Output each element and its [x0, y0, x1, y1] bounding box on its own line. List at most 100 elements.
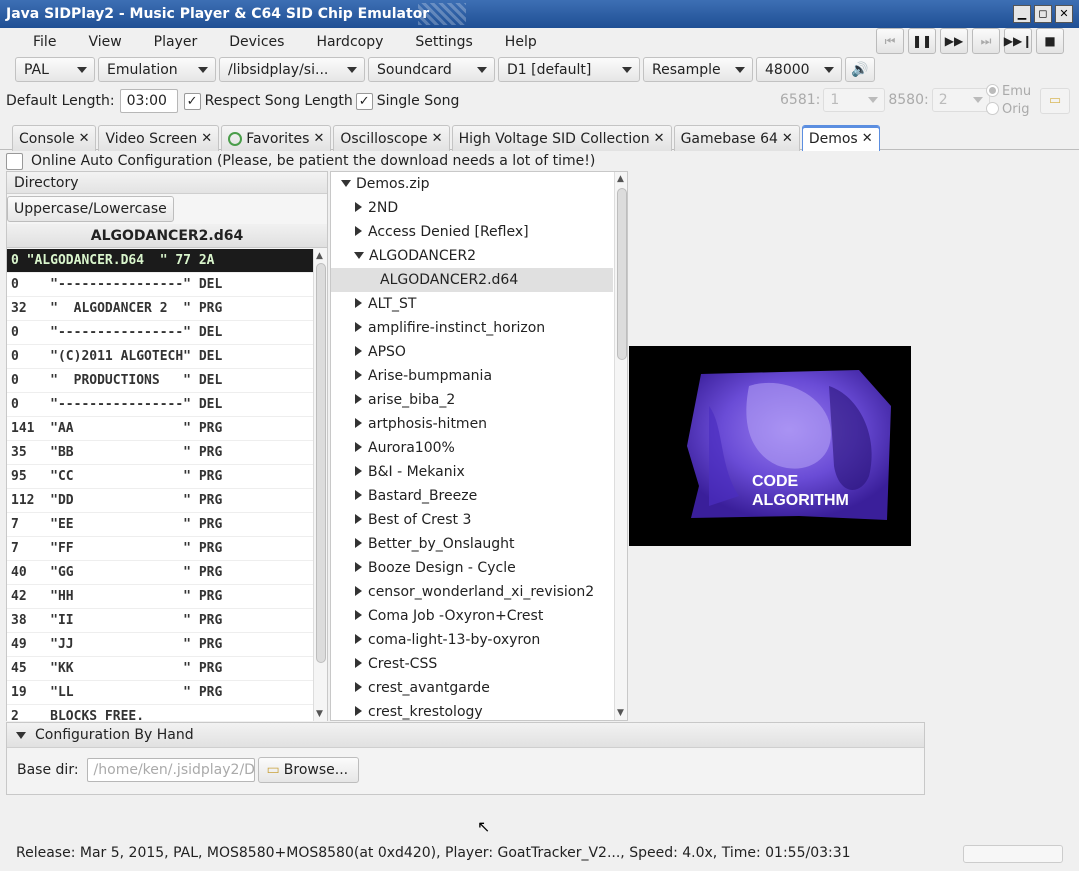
collapse-icon[interactable] — [355, 610, 362, 620]
collapse-icon[interactable] — [355, 346, 362, 356]
collapse-icon[interactable] — [355, 634, 362, 644]
next-song-icon[interactable]: ▶▶❙ — [1004, 28, 1032, 54]
collapse-icon[interactable] — [355, 466, 362, 476]
list-item[interactable]: 7 "EE " PRG — [7, 513, 313, 537]
collapse-icon[interactable] — [355, 586, 362, 596]
tree-item[interactable]: Coma Job -Oxyron+Crest — [331, 604, 627, 628]
list-item[interactable]: 19 "LL " PRG — [7, 681, 313, 705]
close-icon[interactable]: ✕ — [1055, 5, 1073, 23]
minimize-icon[interactable]: ▁ — [1013, 5, 1031, 23]
tree-item[interactable]: 2ND — [331, 196, 627, 220]
radio-dot[interactable] — [986, 102, 999, 115]
collapse-icon[interactable] — [355, 658, 362, 668]
tree-item[interactable]: Aurora100% — [331, 436, 627, 460]
tab-video-screen[interactable]: Video Screen ✕ — [98, 125, 220, 151]
collapse-icon[interactable] — [355, 514, 362, 524]
list-item[interactable]: 49 "JJ " PRG — [7, 633, 313, 657]
expand-icon[interactable] — [354, 252, 364, 259]
scroll-up-icon[interactable]: ▲ — [617, 174, 624, 184]
tree-item-selected[interactable]: ALGODANCER2.d64 — [331, 268, 613, 292]
list-item[interactable]: 35 "BB " PRG — [7, 441, 313, 465]
directory-scrollbar[interactable]: ▲ ▼ — [313, 249, 327, 721]
fast-forward-icon[interactable]: ▶▶ — [940, 28, 968, 54]
collapse-icon[interactable] — [355, 442, 362, 452]
menu-view[interactable]: View — [69, 32, 134, 54]
next-icon[interactable]: ⏭ — [972, 28, 1000, 54]
default-length-field[interactable]: 03:00 — [119, 89, 178, 113]
expand-icon[interactable] — [16, 731, 26, 739]
list-item[interactable]: 38 "II " PRG — [7, 609, 313, 633]
tab-console[interactable]: Console ✕ — [12, 125, 97, 151]
menu-player[interactable]: Player — [135, 32, 211, 54]
close-icon[interactable]: ✕ — [862, 131, 873, 146]
case-toggle-button[interactable]: Uppercase/Lowercase — [7, 196, 174, 222]
collapse-icon[interactable] — [355, 394, 362, 404]
list-item[interactable]: 42 "HH " PRG — [7, 585, 313, 609]
tree-item[interactable]: crest_krestology — [331, 700, 627, 720]
close-icon[interactable]: ✕ — [654, 131, 665, 146]
list-item[interactable]: 0 "ALGODANCER.D64 " 77 2A — [7, 249, 313, 273]
stop-icon[interactable]: ■ — [1036, 28, 1064, 54]
base-dir-field[interactable]: /home/ken/.jsidplay2/De — [86, 758, 255, 782]
chip-6581-select[interactable]: 1 — [823, 88, 886, 112]
collapse-icon[interactable] — [355, 298, 362, 308]
tree-item[interactable]: Arise-bumpmania — [331, 364, 627, 388]
tree-item[interactable]: Access Denied [Reflex] — [331, 220, 627, 244]
radio-dot[interactable] — [986, 84, 999, 97]
scroll-up-icon[interactable]: ▲ — [316, 251, 323, 261]
tree-item[interactable]: Better_by_Onslaught — [331, 532, 627, 556]
tree-item[interactable]: amplifire-instinct_horizon — [331, 316, 627, 340]
close-icon[interactable]: ✕ — [201, 131, 212, 146]
list-item[interactable]: 112 "DD " PRG — [7, 489, 313, 513]
close-icon[interactable]: ✕ — [782, 131, 793, 146]
sample-rate-select[interactable]: 48000 — [756, 57, 842, 82]
single-song-checkbox[interactable]: ✓ — [355, 92, 373, 110]
list-item[interactable]: 0 "----------------" DEL — [7, 393, 313, 417]
tree-item[interactable]: B&I - Mekanix — [331, 460, 627, 484]
tree-item[interactable]: arise_biba_2 — [331, 388, 627, 412]
tab-oscilloscope[interactable]: Oscilloscope ✕ — [333, 125, 450, 151]
list-item[interactable]: 7 "FF " PRG — [7, 537, 313, 561]
tree-item[interactable]: ALT_ST — [331, 292, 627, 316]
collapse-icon[interactable] — [355, 322, 362, 332]
tree-root[interactable]: Demos.zip — [331, 172, 627, 196]
auto-config-checkbox[interactable] — [6, 152, 23, 170]
video-standard-select[interactable]: PAL — [15, 57, 95, 82]
close-icon[interactable]: ✕ — [313, 131, 324, 146]
folder-icon[interactable]: ▭ — [1040, 88, 1070, 114]
menu-help[interactable]: Help — [486, 32, 550, 54]
list-item[interactable]: 141 "AA " PRG — [7, 417, 313, 441]
tree-item[interactable]: censor_wonderland_xi_revision2 — [331, 580, 627, 604]
tab-favorites[interactable]: Favorites ✕ — [221, 125, 332, 151]
device-select[interactable]: D1 [default] — [498, 57, 640, 82]
tree-item[interactable]: Crest-CSS — [331, 652, 627, 676]
directory-list[interactable]: 0 "ALGODANCER.D64 " 77 2A 0 "-----------… — [7, 249, 313, 721]
expand-icon[interactable] — [341, 180, 351, 187]
scroll-thumb[interactable] — [316, 263, 326, 663]
collapse-icon[interactable] — [355, 202, 362, 212]
list-item[interactable]: 0 "----------------" DEL — [7, 273, 313, 297]
tab-demos[interactable]: Demos ✕ — [801, 125, 880, 151]
radio-orig[interactable]: Orig — [986, 101, 1031, 119]
menu-hardcopy[interactable]: Hardcopy — [297, 32, 396, 54]
collapse-icon[interactable] — [355, 370, 362, 380]
tree-scrollbar[interactable]: ▲ ▼ — [614, 172, 627, 720]
tab-gamebase[interactable]: Gamebase 64 ✕ — [673, 125, 800, 151]
list-item[interactable]: 0 "----------------" DEL — [7, 321, 313, 345]
close-icon[interactable]: ✕ — [432, 131, 443, 146]
tree-item[interactable]: coma-light-13-by-oxyron — [331, 628, 627, 652]
output-select[interactable]: Soundcard — [368, 57, 495, 82]
tree-item[interactable]: ALGODANCER2 — [331, 244, 627, 268]
tree-item[interactable]: Best of Crest 3 — [331, 508, 627, 532]
tree-item[interactable]: APSO — [331, 340, 627, 364]
browse-button[interactable]: ▭ Browse... — [257, 757, 360, 783]
tree-item[interactable]: crest_avantgarde — [331, 676, 627, 700]
radio-emu[interactable]: Emu — [986, 83, 1031, 101]
collapse-icon[interactable] — [355, 706, 362, 716]
tree-item[interactable]: Booze Design - Cycle — [331, 556, 627, 580]
menu-devices[interactable]: Devices — [210, 32, 297, 54]
list-item[interactable]: 2 BLOCKS FREE. — [7, 705, 313, 721]
respect-song-length-checkbox[interactable]: ✓ — [183, 92, 201, 110]
scroll-down-icon[interactable]: ▼ — [617, 708, 624, 718]
list-item[interactable]: 95 "CC " PRG — [7, 465, 313, 489]
